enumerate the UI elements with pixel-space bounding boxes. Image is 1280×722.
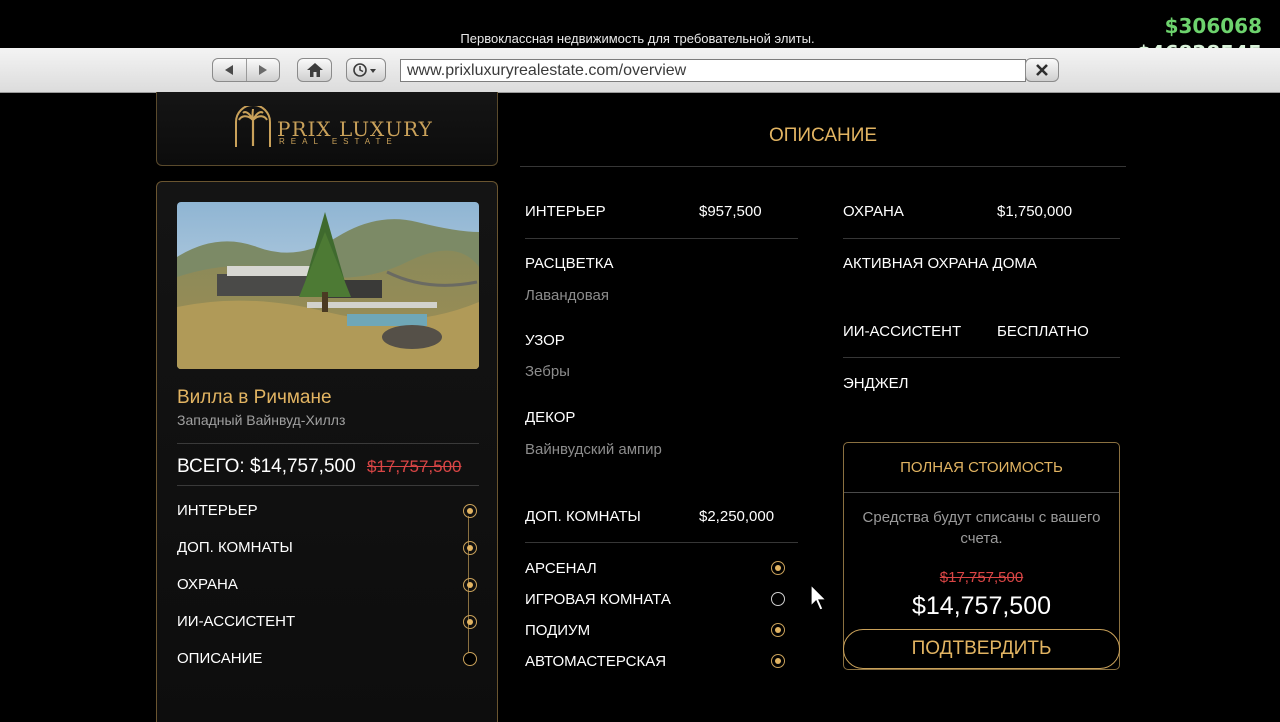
divider (525, 238, 798, 239)
total-price: $14,757,500 (250, 456, 356, 477)
step-label: ОПИСАНИЕ (177, 650, 263, 667)
close-icon (1036, 64, 1048, 76)
forward-arrow-icon (258, 65, 267, 75)
security-heading: ОХРАНА (843, 203, 904, 220)
step-interior[interactable]: ИНТЕРЬЕР (177, 502, 479, 522)
step-complete-indicator (463, 615, 477, 629)
url-bar[interactable]: www.prixluxuryrealestate.com/overview (400, 59, 1026, 82)
room-label: ИГРОВАЯ КОМНАТА (525, 591, 671, 608)
color-label: РАСЦВЕТКА (525, 255, 614, 272)
room-selected-indicator (771, 623, 785, 637)
home-icon (306, 63, 323, 77)
step-label: ИИ-АССИСТЕНТ (177, 613, 296, 630)
step-complete-indicator (463, 541, 477, 555)
forward-button[interactable] (245, 59, 280, 81)
property-photo (177, 202, 479, 369)
rooms-heading: ДОП. КОМНАТЫ (525, 508, 641, 525)
total-label: ВСЕГО: (177, 456, 245, 477)
room-unselected-indicator (771, 592, 785, 606)
step-label: ОХРАНА (177, 576, 238, 593)
divider (843, 357, 1120, 358)
room-selected-indicator (771, 654, 785, 668)
site-logo-panel: PRIX LUXURY REAL ESTATE (156, 92, 498, 166)
nav-buttons (212, 58, 280, 82)
room-label: АВТОМАСТЕРСКАЯ (525, 653, 667, 670)
total-cost-title: ПОЛНАЯ СТОИМОСТЬ (900, 459, 1063, 476)
step-security[interactable]: ОХРАНА (177, 576, 479, 596)
step-label: ИНТЕРЬЕР (177, 502, 258, 519)
interior-price: $957,500 (699, 203, 762, 220)
clock-icon (353, 63, 376, 77)
interior-heading: ИНТЕРЬЕР (525, 203, 606, 220)
palm-tree-logo-icon (235, 106, 271, 147)
security-value: АКТИВНАЯ ОХРАНА ДОМА (843, 255, 1037, 272)
charge-note: Средства будут списаны с вашего счета. (862, 509, 1101, 547)
property-name: Вилла в Ричмане (177, 387, 332, 408)
title-bar: Первоклассная недвижимость для требовате… (0, 0, 1280, 48)
section-title: ОПИСАНИЕ (768, 125, 878, 146)
room-label: АРСЕНАЛ (525, 560, 597, 577)
divider (844, 492, 1119, 493)
assistant-value: ЭНДЖЕЛ (843, 375, 909, 392)
divider (843, 238, 1120, 239)
total-cost-old: $17,757,500 (939, 569, 1024, 586)
cash-amount: $306068 (1164, 14, 1262, 38)
old-total-price: $17,757,500 (366, 457, 462, 476)
browser-toolbar: www.prixluxuryrealestate.com/overview (0, 48, 1280, 93)
assistant-heading: ИИ-АССИСТЕНТ (843, 323, 962, 340)
step-complete-indicator (463, 578, 477, 592)
back-arrow-icon (225, 65, 234, 75)
title-divider (520, 166, 1126, 167)
step-label: ДОП. КОМНАТЫ (177, 539, 293, 556)
assistant-price: БЕСПЛАТНО (997, 323, 1089, 340)
step-overview[interactable]: ОПИСАНИЕ (177, 650, 479, 670)
back-button[interactable] (213, 59, 246, 81)
divider (177, 485, 479, 486)
logo-subtitle: REAL ESTATE (279, 137, 398, 146)
property-area: Западный Вайнвуд-Хиллз (177, 412, 346, 428)
step-assistant[interactable]: ИИ-АССИСТЕНТ (177, 613, 479, 633)
total-cost-new: $14,757,500 (911, 592, 1052, 620)
confirm-button[interactable]: ПОДТВЕРДИТЬ (843, 629, 1120, 669)
step-current-indicator (463, 652, 477, 666)
home-button[interactable] (297, 58, 332, 82)
history-button[interactable] (346, 58, 386, 82)
divider (525, 542, 798, 543)
divider (177, 443, 479, 444)
step-complete-indicator (463, 504, 477, 518)
pattern-label: УЗОР (525, 332, 565, 349)
site-tagline: Первоклассная недвижимость для требовате… (460, 31, 815, 46)
pattern-value: Зебры (525, 363, 570, 380)
step-extra-rooms[interactable]: ДОП. КОМНАТЫ (177, 539, 479, 559)
close-page-button[interactable] (1025, 58, 1059, 82)
rooms-price: $2,250,000 (699, 508, 775, 525)
room-selected-indicator (771, 561, 785, 575)
room-label: ПОДИУМ (525, 622, 591, 639)
property-card: Вилла в Ричмане Западный Вайнвуд-Хиллз В… (156, 181, 498, 722)
mouse-cursor-icon (810, 584, 828, 611)
total-price-row: ВСЕГО: $14,757,500 $17,757,500 (177, 456, 462, 478)
decor-label: ДЕКОР (525, 409, 576, 426)
color-value: Лавандовая (525, 287, 609, 304)
security-price: $1,750,000 (997, 203, 1073, 220)
decor-value: Вайнвудский ампир (525, 441, 662, 458)
